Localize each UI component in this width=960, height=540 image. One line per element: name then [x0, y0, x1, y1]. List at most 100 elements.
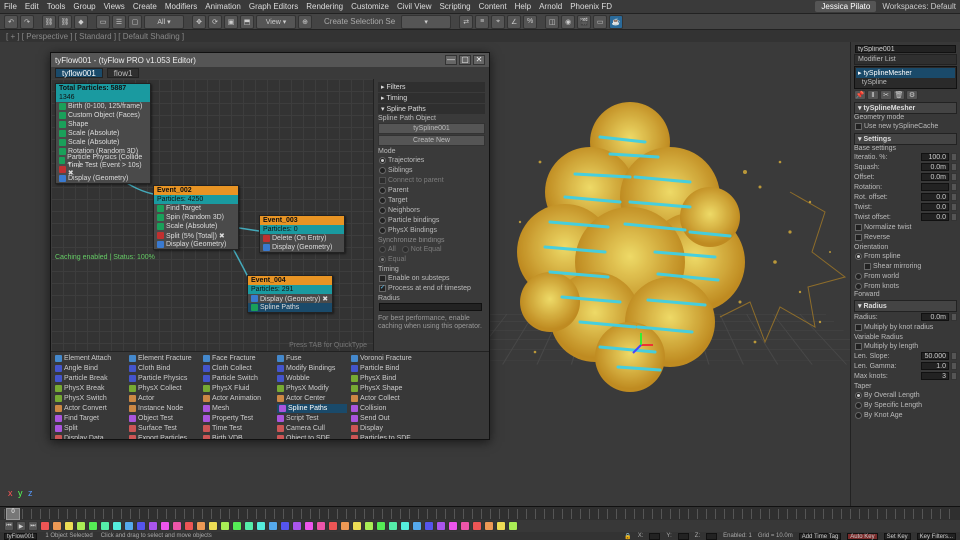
menu-content[interactable]: Content — [479, 2, 507, 11]
orient-world[interactable]: From world — [864, 273, 899, 280]
op-mesh[interactable]: Mesh — [203, 404, 273, 413]
frame-btn-33[interactable] — [436, 521, 446, 531]
menu-rendering[interactable]: Rendering — [306, 2, 343, 11]
op-angle-bind[interactable]: Angle Bind — [55, 364, 125, 373]
frame-btn-32[interactable] — [424, 521, 434, 531]
op-physx-bind[interactable]: PhysX Bind — [351, 374, 421, 383]
op-display-2[interactable]: Display (Geometry) — [154, 240, 238, 249]
op-physx-fluid[interactable]: PhysX Fluid — [203, 384, 273, 393]
menu-civil-view[interactable]: Civil View — [397, 2, 432, 11]
config-button[interactable]: ⚙ — [906, 90, 918, 100]
spline-object-button[interactable]: tySpline001 — [378, 123, 485, 134]
menu-customize[interactable]: Customize — [351, 2, 389, 11]
node-header[interactable]: Event_002 — [154, 186, 238, 195]
stack-spline[interactable]: tySpline — [856, 78, 955, 87]
percent-snap-toggle[interactable]: % — [523, 15, 537, 29]
op-scale-3[interactable]: Scale (Absolute) — [154, 222, 238, 231]
frame-btn-0[interactable] — [40, 521, 50, 531]
op-physx-modify[interactable]: PhysX Modify — [277, 384, 347, 393]
time-slider[interactable]: 0 — [0, 506, 960, 520]
mode-particle-bind[interactable]: Particle bindings — [388, 217, 439, 224]
filter-dropdown[interactable]: All ▾ — [144, 15, 184, 29]
rotate-button[interactable]: ⟳ — [208, 15, 222, 29]
operator-palette[interactable]: Element AttachElement FractureFace Fract… — [51, 351, 489, 439]
mult-length-check[interactable]: Multiply by length — [864, 343, 918, 350]
workspaces-dropdown[interactable]: Workspaces: Default — [882, 2, 956, 11]
frame-btn-20[interactable] — [280, 521, 290, 531]
frame-btn-35[interactable] — [460, 521, 470, 531]
op-display-3[interactable]: Display (Geometry) — [260, 243, 344, 252]
frame-btn-9[interactable] — [148, 521, 158, 531]
side-spline-paths[interactable]: ▾ Spline Paths — [378, 104, 485, 114]
frame-btn-30[interactable] — [400, 521, 410, 531]
frame-btn-1[interactable] — [52, 521, 62, 531]
pivot-button[interactable]: ⊕ — [298, 15, 312, 29]
lock-icon[interactable]: 🔒 — [624, 533, 631, 540]
op-birth-vdb[interactable]: Birth VDB — [203, 434, 273, 439]
radius-input[interactable] — [379, 303, 482, 311]
frame-btn-12[interactable] — [184, 521, 194, 531]
op-physx-switch[interactable]: PhysX Switch — [55, 394, 125, 403]
op-scale-2[interactable]: Scale (Absolute) — [56, 138, 150, 147]
frame-btn-25[interactable] — [340, 521, 350, 531]
spinner-5[interactable] — [921, 203, 949, 211]
select-button[interactable]: ▭ — [96, 15, 110, 29]
op-physx-shape[interactable]: PhysX Shape — [351, 384, 421, 393]
modifier-stack[interactable]: ▸ tySplineMesher tySpline — [854, 66, 957, 89]
spinner-4[interactable] — [921, 193, 949, 201]
rollout-mesher[interactable]: ▾ tySplineMesher — [854, 102, 957, 114]
play-button[interactable]: ▶ — [16, 521, 26, 531]
node-event-004[interactable]: Event_004 Particles: 291 Display (Geomet… — [247, 275, 333, 313]
max-knots-spinner[interactable] — [921, 372, 949, 380]
mode-trajectories[interactable]: Trajectories — [388, 157, 424, 164]
op-spin[interactable]: Spin (Random 3D) — [154, 213, 238, 222]
op-object-to-sdf[interactable]: Object to SDF — [277, 434, 347, 439]
auto-key-button[interactable]: Auto Key — [847, 533, 877, 540]
spinner-2[interactable] — [921, 173, 949, 181]
viewport[interactable]: xyz tyFlow001 - (tyFlow PRO v1.053 Edito… — [0, 42, 960, 506]
op-custom-object[interactable]: Custom Object (Faces) — [56, 111, 150, 120]
side-filters[interactable]: ▸ Filters — [378, 82, 485, 92]
op-script-test[interactable]: Script Test — [277, 414, 347, 423]
reverse-check[interactable]: Reverse — [864, 234, 890, 241]
op-time-test[interactable]: Time Test (Event > 10s) ✖ — [56, 165, 150, 174]
taper-knot-age[interactable]: By Knot Age — [864, 412, 903, 419]
selection-dropdown[interactable]: ▾ — [401, 15, 451, 29]
frame-btn-27[interactable] — [364, 521, 374, 531]
op-fuse[interactable]: Fuse — [277, 354, 347, 363]
op-camera-cull[interactable]: Camera Cull — [277, 424, 347, 433]
add-tag-button[interactable]: Add Time Tag — [799, 533, 842, 540]
op-spline-paths[interactable]: Spline Paths — [277, 404, 347, 413]
user-account[interactable]: Jessica Pilato — [815, 1, 876, 12]
menu-edit[interactable]: Edit — [25, 2, 39, 11]
select-name-button[interactable]: ☰ — [112, 15, 126, 29]
pin-stack-button[interactable]: 📌 — [854, 90, 866, 100]
tyflow-editor-window[interactable]: tyFlow001 - (tyFlow PRO v1.053 Editor) —… — [50, 52, 490, 440]
coord-x-field[interactable] — [649, 533, 660, 540]
op-export-particles[interactable]: Export Particles — [129, 434, 199, 439]
op-scale-1[interactable]: Scale (Absolute) — [56, 129, 150, 138]
menu-arnold[interactable]: Arnold — [539, 2, 562, 11]
tab-tyflow[interactable]: tyflow001 — [55, 68, 103, 78]
menu-tools[interactable]: Tools — [47, 2, 66, 11]
rollout-settings[interactable]: ▾ Settings — [854, 133, 957, 145]
op-cloth-bind[interactable]: Cloth Bind — [129, 364, 199, 373]
align-button[interactable]: ≡ — [475, 15, 489, 29]
op-particle-switch[interactable]: Particle Switch — [203, 374, 273, 383]
move-button[interactable]: ✥ — [192, 15, 206, 29]
coord-y-field[interactable] — [678, 533, 689, 540]
op-particle-break[interactable]: Particle Break — [55, 374, 125, 383]
frame-btn-26[interactable] — [352, 521, 362, 531]
mode-physx-bind[interactable]: PhysX Bindings — [388, 227, 437, 234]
frame-btn-23[interactable] — [316, 521, 326, 531]
op-physx-collect[interactable]: PhysX Collect — [129, 384, 199, 393]
op-cloth-collect[interactable]: Cloth Collect — [203, 364, 273, 373]
op-particle-bind[interactable]: Particle Bind — [351, 364, 421, 373]
op-modify-bindings[interactable]: Modify Bindings — [277, 364, 347, 373]
mirror-button[interactable]: ⇄ — [459, 15, 473, 29]
menu-views[interactable]: Views — [104, 2, 125, 11]
len-gamma-spinner[interactable] — [921, 362, 949, 370]
mode-target[interactable]: Target — [388, 197, 407, 204]
side-timing[interactable]: ▸ Timing — [378, 93, 485, 103]
time-cursor[interactable]: 0 — [6, 508, 20, 520]
